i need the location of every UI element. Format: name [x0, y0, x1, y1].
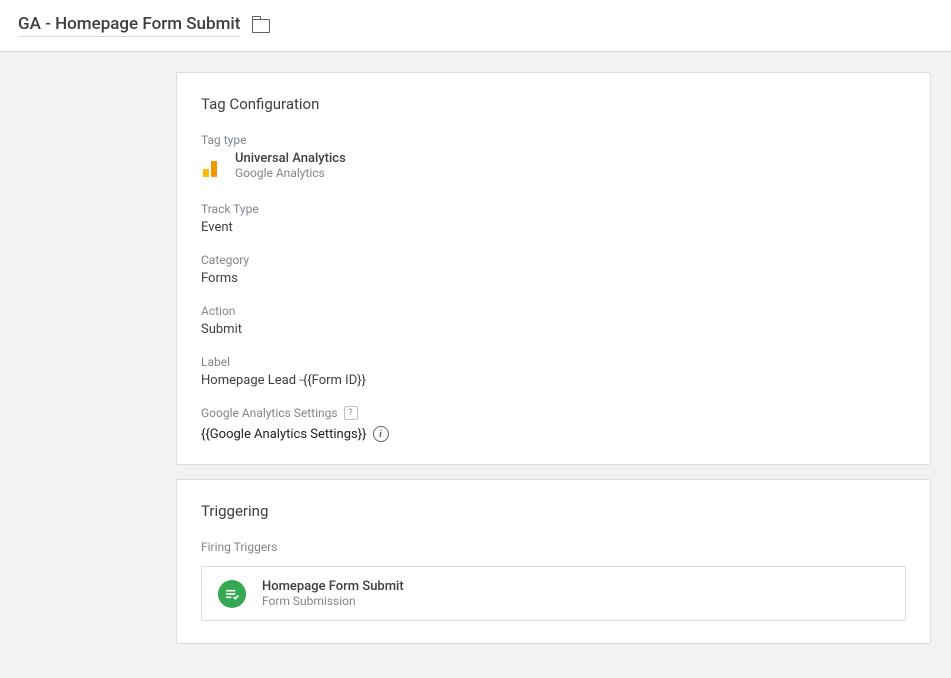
track-type-label: Track Type	[201, 202, 906, 216]
ga-settings-value-row: {{Google Analytics Settings}} i	[201, 426, 906, 442]
help-icon[interactable]: ?	[344, 406, 358, 420]
action-value: Submit	[201, 322, 906, 337]
category-value: Forms	[201, 271, 906, 286]
label-label: Label	[201, 355, 906, 369]
ga-settings-label: Google Analytics Settings	[201, 406, 338, 420]
triggering-title: Triggering	[201, 502, 906, 520]
tag-type-label: Tag type	[201, 133, 906, 147]
tag-type-subtitle: Google Analytics	[235, 166, 346, 180]
ga-settings-label-row: Google Analytics Settings ?	[201, 406, 906, 420]
tag-type-row: Universal Analytics Google Analytics	[201, 151, 906, 180]
trigger-type: Form Submission	[262, 594, 404, 608]
category-label: Category	[201, 253, 906, 267]
page-title[interactable]: GA - Homepage Form Submit	[18, 14, 240, 37]
content-area: Tag Configuration Tag type Universal Ana…	[0, 52, 951, 678]
ga-settings-value: {{Google Analytics Settings}}	[201, 427, 367, 442]
trigger-row[interactable]: Homepage Form Submit Form Submission	[201, 566, 906, 621]
trigger-name: Homepage Form Submit	[262, 579, 404, 594]
firing-triggers-label: Firing Triggers	[201, 540, 906, 554]
track-type-value: Event	[201, 220, 906, 235]
action-label: Action	[201, 304, 906, 318]
trigger-text: Homepage Form Submit Form Submission	[262, 579, 404, 608]
page-header: GA - Homepage Form Submit	[0, 0, 951, 51]
google-analytics-icon	[201, 155, 223, 177]
folder-icon[interactable]	[252, 19, 270, 33]
tag-type-name: Universal Analytics	[235, 151, 346, 166]
info-icon[interactable]: i	[373, 426, 389, 442]
triggering-card[interactable]: Triggering Firing Triggers Homepage Form…	[176, 479, 931, 644]
tag-config-title: Tag Configuration	[201, 95, 906, 113]
tag-type-text: Universal Analytics Google Analytics	[235, 151, 346, 180]
form-submission-icon	[218, 580, 246, 608]
label-value: Homepage Lead -{{Form ID}}	[201, 373, 906, 388]
tag-configuration-card[interactable]: Tag Configuration Tag type Universal Ana…	[176, 72, 931, 465]
